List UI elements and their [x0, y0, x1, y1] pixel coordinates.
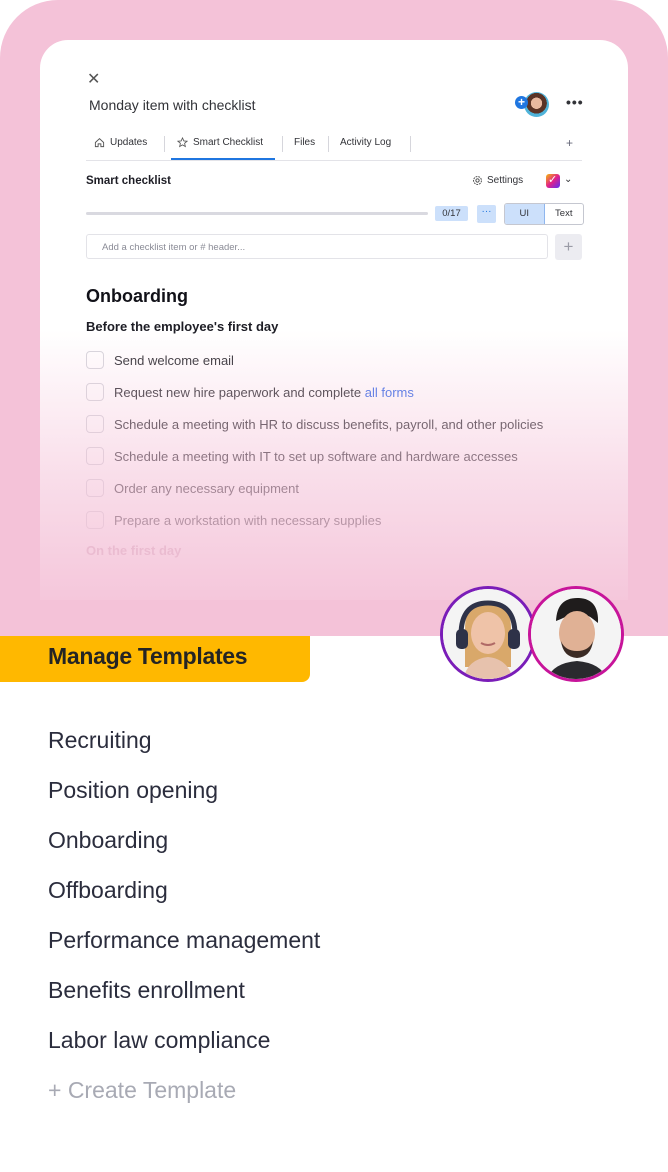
item-text[interactable]: Send welcome email	[114, 353, 234, 368]
checkbox[interactable]	[86, 511, 104, 529]
item-text-main[interactable]: Request new hire paperwork and complete	[114, 385, 365, 400]
tab-label: Files	[294, 137, 316, 148]
avatar-photo	[531, 589, 621, 679]
item-text[interactable]: Order any necessary equipment	[114, 481, 299, 496]
progress-bar	[86, 212, 428, 215]
team-avatar-woman	[440, 586, 536, 682]
user-avatar	[524, 92, 549, 117]
template-item-labor-law-compliance[interactable]: Labor law compliance	[48, 1027, 270, 1054]
checklist-item: Request new hire paperwork and complete …	[86, 383, 414, 401]
checklist-item: Send welcome email	[86, 351, 234, 369]
item-text[interactable]: Schedule a meeting with IT to set up sof…	[114, 449, 518, 464]
view-mode-toggle: UI Text	[504, 203, 584, 225]
avatar-photo	[443, 589, 533, 679]
template-item-position-opening[interactable]: Position opening	[48, 777, 218, 804]
checkbox[interactable]	[86, 479, 104, 497]
checkbox[interactable]	[86, 415, 104, 433]
tab-divider	[164, 136, 165, 152]
tab-divider	[282, 136, 283, 152]
all-forms-link[interactable]: all forms	[365, 385, 414, 400]
item-text[interactable]: Prepare a workstation with necessary sup…	[114, 513, 381, 528]
section-title: Onboarding	[86, 286, 188, 306]
template-item-benefits-enrollment[interactable]: Benefits enrollment	[48, 977, 245, 1004]
checklist-title: Smart checklist	[86, 175, 172, 187]
tab-label: Activity Log	[340, 137, 392, 148]
checklist-item: Schedule a meeting with IT to set up sof…	[86, 447, 518, 465]
checklist-more-button[interactable]: ···	[477, 205, 496, 223]
template-item-offboarding[interactable]: Offboarding	[48, 877, 168, 904]
item-panel: ✕ Monday item with checklist + ••• Updat…	[40, 40, 628, 600]
template-item-performance-management[interactable]: Performance management	[48, 927, 320, 954]
star-icon	[177, 137, 188, 148]
fade-overlay	[40, 330, 628, 600]
home-icon	[94, 138, 105, 148]
tab-updates[interactable]: Updates	[94, 137, 147, 148]
settings-label: Settings	[487, 175, 524, 186]
view-mode-ui[interactable]: UI	[505, 204, 545, 224]
group-title: Before the employee's first day	[86, 319, 279, 334]
gear-icon	[473, 176, 482, 185]
progress-count: 0/17	[435, 206, 468, 221]
tab-label: Updates	[110, 137, 148, 148]
add-item-button[interactable]: +	[555, 234, 582, 260]
template-item-recruiting[interactable]: Recruiting	[48, 727, 152, 754]
hero-background: ✕ Monday item with checklist + ••• Updat…	[0, 0, 668, 636]
more-horizontal-icon[interactable]: •••	[566, 94, 584, 110]
checkbox[interactable]	[86, 447, 104, 465]
add-item-input[interactable]: Add a checklist item or # header...	[86, 234, 548, 259]
chevron-down-icon[interactable]: ⌄	[564, 174, 572, 185]
settings-button[interactable]: Settings	[472, 175, 523, 186]
template-item-onboarding[interactable]: Onboarding	[48, 827, 168, 854]
checkbox[interactable]	[86, 383, 104, 401]
add-tab-button[interactable]: +	[566, 136, 573, 150]
tab-activity-log[interactable]: Activity Log	[340, 137, 391, 148]
tab-files[interactable]: Files	[294, 137, 315, 148]
tab-smart-checklist[interactable]: Smart Checklist	[170, 137, 276, 160]
item-subscribers[interactable]: +	[514, 92, 550, 118]
create-template-button[interactable]: + Create Template	[48, 1077, 236, 1104]
checklist-item: Schedule a meeting with HR to discuss be…	[86, 415, 543, 433]
tab-label: Smart Checklist	[193, 137, 264, 148]
tab-divider	[410, 136, 411, 152]
item-text: Request new hire paperwork and complete …	[114, 385, 414, 400]
checklist-item: Prepare a workstation with necessary sup…	[86, 511, 381, 529]
view-mode-text[interactable]: Text	[545, 204, 584, 224]
group-title: On the first day	[86, 543, 182, 558]
checkbox[interactable]	[86, 351, 104, 369]
plus-circle-icon[interactable]: +	[515, 96, 528, 109]
item-text[interactable]: Schedule a meeting with HR to discuss be…	[114, 417, 543, 432]
team-avatar-man	[528, 586, 624, 682]
checklist-item: Order any necessary equipment	[86, 479, 299, 497]
manage-templates-title: Manage Templates	[48, 643, 248, 669]
item-tabs: Updates Smart Checklist Files Activity L…	[86, 130, 582, 161]
item-title: Monday item with checklist	[89, 97, 256, 113]
tab-divider	[328, 136, 329, 152]
close-icon[interactable]: ✕	[87, 72, 101, 88]
app-logo-icon[interactable]	[546, 173, 560, 188]
